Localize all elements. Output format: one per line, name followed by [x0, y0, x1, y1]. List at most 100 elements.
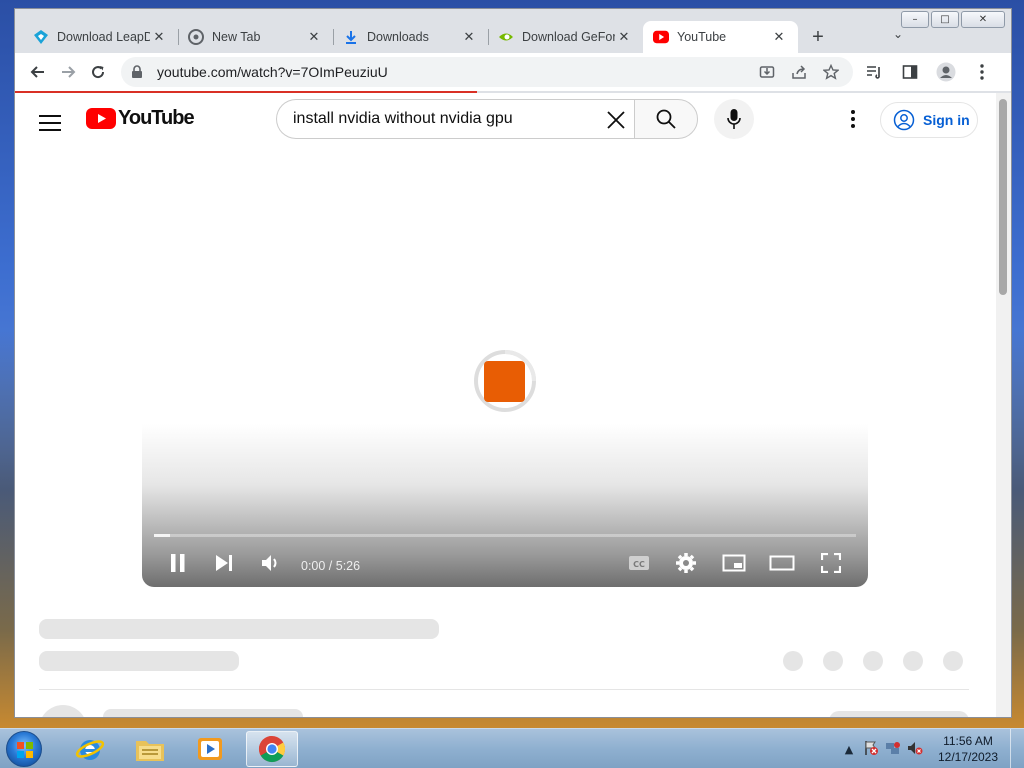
reload-button[interactable] — [83, 57, 113, 87]
browser-toolbar: youtube.com/watch?v=7OImPeuziuU — [15, 53, 1011, 91]
svg-text:CC: CC — [633, 560, 645, 569]
title-placeholder — [39, 619, 439, 639]
tab-title: Download GeFor — [522, 30, 615, 44]
sign-in-label: Sign in — [923, 112, 970, 128]
close-tab-icon[interactable]: ✕ — [615, 30, 633, 45]
pause-icon — [171, 554, 185, 572]
nvidia-icon — [498, 29, 514, 45]
lock-icon[interactable] — [131, 65, 151, 79]
page-scrollbar[interactable] — [996, 93, 1011, 717]
back-button[interactable] — [23, 57, 53, 87]
tab-leapdroid[interactable]: Download LeapD ✕ — [23, 21, 178, 53]
closed-captions-icon: CC — [629, 556, 649, 570]
reading-list-icon[interactable] — [859, 57, 889, 87]
share-icon[interactable] — [787, 60, 811, 84]
action-center-flag-icon[interactable] — [860, 740, 882, 759]
bookmark-star-icon[interactable] — [819, 60, 843, 84]
settings-more-icon[interactable] — [841, 105, 865, 133]
url-text[interactable]: youtube.com/watch?v=7OImPeuziuU — [157, 64, 755, 80]
miniplayer-button[interactable] — [721, 551, 747, 575]
forward-button[interactable] — [53, 57, 83, 87]
close-tab-icon[interactable]: ✕ — [460, 30, 478, 45]
clock-time: 11:56 AM — [943, 734, 993, 748]
address-bar[interactable]: youtube.com/watch?v=7OImPeuziuU — [121, 57, 853, 87]
hamburger-menu-icon[interactable] — [39, 115, 61, 136]
voice-search-button[interactable] — [714, 99, 754, 139]
search-query-text[interactable]: install nvidia without nvidia gpu — [293, 110, 513, 128]
video-player[interactable]: 0:00 / 5:26 CC — [142, 179, 868, 587]
side-panel-icon[interactable] — [895, 57, 925, 87]
action-placeholder — [943, 651, 963, 671]
start-button[interactable] — [6, 731, 42, 767]
search-icon — [656, 109, 676, 129]
fullscreen-button[interactable] — [818, 551, 844, 575]
section-divider — [39, 689, 969, 690]
tab-geforce[interactable]: Download GeFor ✕ — [488, 21, 643, 53]
scrollbar-thumb[interactable] — [999, 99, 1007, 295]
tab-title: Downloads — [367, 30, 429, 44]
tab-title: New Tab — [212, 30, 261, 44]
action-placeholder — [823, 651, 843, 671]
tab-new-tab[interactable]: New Tab ✕ — [178, 21, 333, 53]
clear-search-icon[interactable] — [604, 108, 628, 132]
chrome-taskbar-icon[interactable] — [246, 731, 298, 767]
video-time: 0:00 / 5:26 — [301, 559, 361, 573]
windows-flag-icon — [17, 742, 33, 758]
action-placeholder — [783, 651, 803, 671]
sign-in-button[interactable]: Sign in — [880, 102, 978, 138]
theater-mode-button[interactable] — [769, 551, 795, 575]
mute-button[interactable] — [258, 551, 284, 575]
show-hidden-icons-icon[interactable]: ▲ — [838, 743, 860, 756]
next-icon — [216, 555, 232, 571]
meta-placeholder — [39, 651, 239, 671]
close-tab-icon[interactable]: ✕ — [150, 30, 168, 45]
install-app-icon[interactable] — [755, 60, 779, 84]
volume-muted-icon[interactable] — [904, 740, 926, 759]
new-tab-button[interactable]: + — [802, 21, 834, 53]
tab-downloads[interactable]: Downloads ✕ — [333, 21, 488, 53]
youtube-logo[interactable]: YouTube — [86, 107, 195, 130]
youtube-wordmark: YouTube — [118, 107, 195, 129]
tab-title: Download LeapD — [57, 30, 150, 44]
channel-name-placeholder — [103, 709, 303, 717]
tab-title: YouTube — [677, 30, 727, 44]
theater-mode-icon — [769, 555, 795, 571]
close-tab-icon[interactable]: ✕ — [305, 30, 323, 45]
action-placeholder — [863, 651, 883, 671]
reload-icon — [92, 66, 105, 79]
search-button[interactable] — [634, 99, 698, 139]
media-player-icon[interactable] — [184, 731, 236, 767]
video-progress-bar[interactable] — [154, 534, 856, 537]
internet-explorer-icon[interactable] — [64, 731, 116, 767]
clock-date: 12/17/2023 — [937, 750, 999, 764]
file-explorer-icon[interactable] — [124, 731, 176, 767]
action-placeholder — [903, 651, 923, 671]
fullscreen-icon — [821, 553, 841, 573]
chrome-menu-icon[interactable] — [967, 57, 997, 87]
chrome-window: – □ ✕ Download LeapD ✕ New Tab ✕ Downloa… — [14, 8, 1012, 718]
tab-youtube[interactable]: YouTube ✕ — [643, 21, 798, 53]
close-tab-icon[interactable]: ✕ — [770, 30, 788, 45]
player-controls: 0:00 / 5:26 CC — [142, 545, 868, 581]
taskbar-clock[interactable]: 11:56 AM 12/17/2023 — [930, 733, 1006, 765]
system-tray: ▲ 11:56 AM 12/17/2023 — [838, 729, 1024, 768]
youtube-header: YouTube install nvidia without nvidia gp… — [15, 93, 997, 159]
download-icon — [343, 29, 359, 45]
volume-icon — [262, 555, 277, 571]
subtitles-button[interactable]: CC — [626, 551, 652, 575]
pause-button[interactable] — [165, 551, 191, 575]
search-input[interactable]: install nvidia without nvidia gpu — [276, 99, 634, 139]
subscribe-placeholder — [829, 711, 969, 717]
profile-avatar-icon[interactable] — [931, 57, 961, 87]
youtube-play-logo-icon — [86, 108, 116, 129]
tab-search-icon[interactable]: ⌄ — [893, 27, 903, 41]
microphone-icon — [727, 109, 741, 129]
loading-spinner-icon — [474, 350, 536, 412]
account-circle-icon — [893, 109, 915, 131]
next-video-button[interactable] — [211, 551, 237, 575]
settings-button[interactable] — [673, 551, 699, 575]
back-arrow-icon — [30, 66, 44, 78]
show-desktop-button[interactable] — [1010, 729, 1024, 768]
channel-avatar-placeholder — [39, 705, 87, 717]
network-icon[interactable] — [882, 740, 904, 759]
